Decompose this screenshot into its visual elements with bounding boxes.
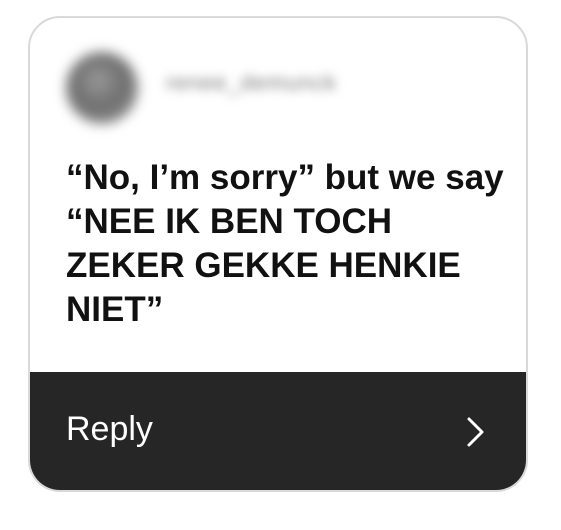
sender-username[interactable]: renee_demunck: [166, 70, 337, 96]
reply-button[interactable]: Reply: [30, 372, 526, 490]
message-text: “No, I’m sorry” but we say “NEE IK BEN T…: [66, 158, 504, 329]
sender-header: renee_demunck: [30, 18, 526, 148]
reply-label: Reply: [66, 410, 153, 448]
message-card: renee_demunck “No, I’m sorry” but we say…: [28, 16, 528, 492]
avatar[interactable]: [66, 52, 138, 124]
chevron-right-icon: [467, 417, 484, 447]
